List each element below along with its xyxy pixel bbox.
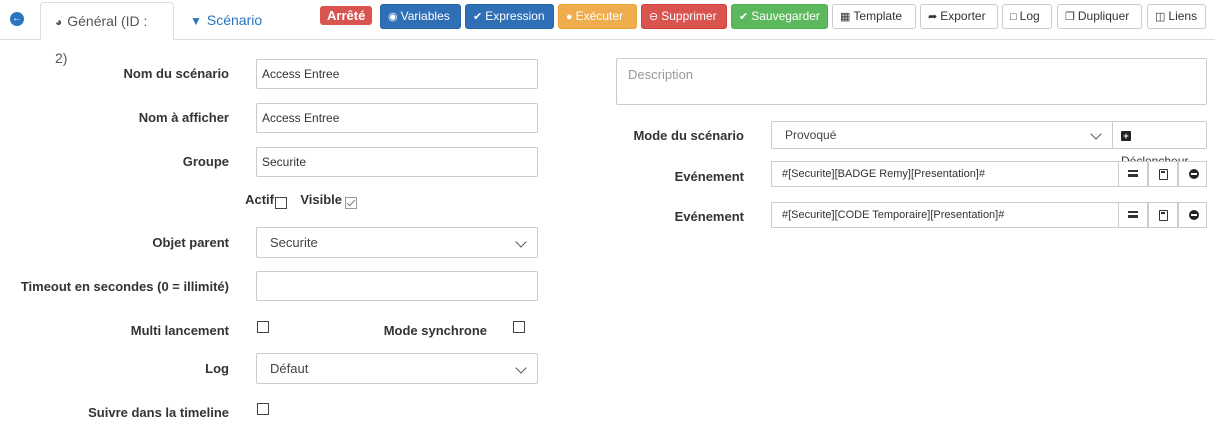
status-badge: Arrêté <box>320 6 373 25</box>
template-label: Template <box>853 9 903 23</box>
log-label: Log <box>1019 9 1040 23</box>
suivre-timeline-label: Suivre dans la timeline <box>88 405 229 420</box>
gamepad-icon: ● <box>566 11 573 23</box>
chevron-down-icon <box>515 236 527 248</box>
expression-button[interactable]: ✔ Expression <box>465 4 554 29</box>
calculator-button-2[interactable] <box>1148 202 1178 228</box>
mode-synchrone-checkbox[interactable] <box>513 321 525 333</box>
evenement-input-2[interactable]: #[Securite][CODE Temporaire][Presentatio… <box>771 202 1119 228</box>
objet-parent-select[interactable]: Securite <box>256 227 538 258</box>
mode-synchrone-label: Mode synchrone <box>383 323 487 338</box>
variables-label: Variables <box>400 9 450 23</box>
multi-lancement-checkbox[interactable] <box>257 321 269 333</box>
cubes-icon: ▦ <box>840 11 851 23</box>
file-icon: □ <box>1010 11 1017 23</box>
nom-afficher-label: Nom à afficher <box>138 110 229 125</box>
check-icon: ✔ <box>473 11 483 23</box>
actif-label: Actif <box>245 192 274 207</box>
chevron-down-icon <box>1090 128 1102 140</box>
nom-scenario-label: Nom du scénario <box>123 66 229 81</box>
dupliquer-label: Dupliquer <box>1077 9 1130 23</box>
calculator-button-1[interactable] <box>1148 161 1178 187</box>
variables-button[interactable]: ◉ Variables <box>380 4 461 29</box>
evenement-label-2: Evénement <box>674 209 744 224</box>
sitemap-icon: ◫ <box>1155 11 1166 23</box>
multi-lancement-label: Multi lancement <box>130 323 229 338</box>
list-icon <box>1128 211 1138 218</box>
check-circle-icon: ✔ <box>739 11 749 23</box>
calculator-icon <box>1159 169 1168 180</box>
minus-circle-icon <box>1189 169 1199 179</box>
share-icon: ➦ <box>928 11 938 23</box>
template-button[interactable]: ▦ Template <box>832 4 916 29</box>
chevron-down-icon <box>515 362 527 374</box>
evenement-label-1: Evénement <box>674 169 744 184</box>
description-textarea[interactable]: Description <box>616 58 1207 105</box>
back-arrow-icon[interactable]: ← <box>10 12 24 26</box>
tab-general[interactable]: ◕ Général (ID : 2) <box>40 2 174 66</box>
sauvegarder-button[interactable]: ✔ Sauvegarder <box>731 4 828 29</box>
nom-scenario-input[interactable]: Access Entree <box>256 59 538 89</box>
nom-afficher-input[interactable]: Access Entree <box>256 103 538 133</box>
mode-scenario-label: Mode du scénario <box>633 128 744 143</box>
suivre-timeline-checkbox[interactable] <box>257 403 269 415</box>
list-button-2[interactable] <box>1118 202 1148 228</box>
sauvegarder-label: Sauvegarder <box>751 9 820 23</box>
eye-icon: ◉ <box>388 11 398 23</box>
groupe-input[interactable]: Securite <box>256 147 538 177</box>
executer-button[interactable]: ● Exécuter <box>558 4 637 29</box>
calculator-icon <box>1159 210 1168 221</box>
timeout-label: Timeout en secondes (0 = illimité) <box>20 279 229 294</box>
log-select-value: Défaut <box>270 361 309 376</box>
timeout-input[interactable] <box>256 271 538 301</box>
filter-icon: ▼ <box>190 14 202 28</box>
remove-button-2[interactable] <box>1178 202 1207 228</box>
log-button[interactable]: □ Log <box>1002 4 1052 29</box>
declencheur-button[interactable]: + Déclencheur <box>1112 121 1207 168</box>
list-button-1[interactable] <box>1118 161 1148 187</box>
log-select[interactable]: Défaut <box>256 353 538 384</box>
list-icon <box>1128 170 1138 177</box>
supprimer-button[interactable]: ⊖ Supprimer <box>641 4 727 29</box>
liens-label: Liens <box>1168 9 1198 23</box>
visible-label: Visible <box>300 192 342 207</box>
objet-parent-value: Securite <box>270 235 318 250</box>
log-label-field: Log <box>205 361 229 376</box>
dashboard-icon: ◕ <box>55 15 63 29</box>
exporter-button[interactable]: ➦ Exporter <box>920 4 998 29</box>
expression-label: Expression <box>485 9 545 23</box>
remove-button-1[interactable] <box>1178 161 1207 187</box>
executer-label: Exécuter <box>575 9 624 23</box>
exporter-label: Exporter <box>940 9 986 23</box>
copy-icon: ❐ <box>1065 11 1075 23</box>
objet-parent-label: Objet parent <box>152 235 229 250</box>
tab-general-label: Général (ID : 2) <box>55 13 148 66</box>
mode-scenario-select[interactable]: Provoqué <box>771 121 1113 149</box>
tab-scenario-label: Scénario <box>206 12 263 28</box>
tab-scenario[interactable]: ▼ Scénario <box>176 2 268 40</box>
groupe-label: Groupe <box>182 154 229 169</box>
minus-circle-icon <box>1189 210 1199 220</box>
plus-square-icon: + <box>1121 131 1131 141</box>
mode-scenario-value: Provoqué <box>785 128 837 142</box>
dupliquer-button[interactable]: ❐ Dupliquer <box>1057 4 1142 29</box>
liens-button[interactable]: ◫ Liens <box>1147 4 1206 29</box>
minus-circle-icon: ⊖ <box>649 11 659 23</box>
evenement-input-1[interactable]: #[Securite][BADGE Remy][Presentation]# <box>771 161 1119 187</box>
visible-checkbox[interactable] <box>345 197 357 209</box>
supprimer-label: Supprimer <box>661 9 717 23</box>
